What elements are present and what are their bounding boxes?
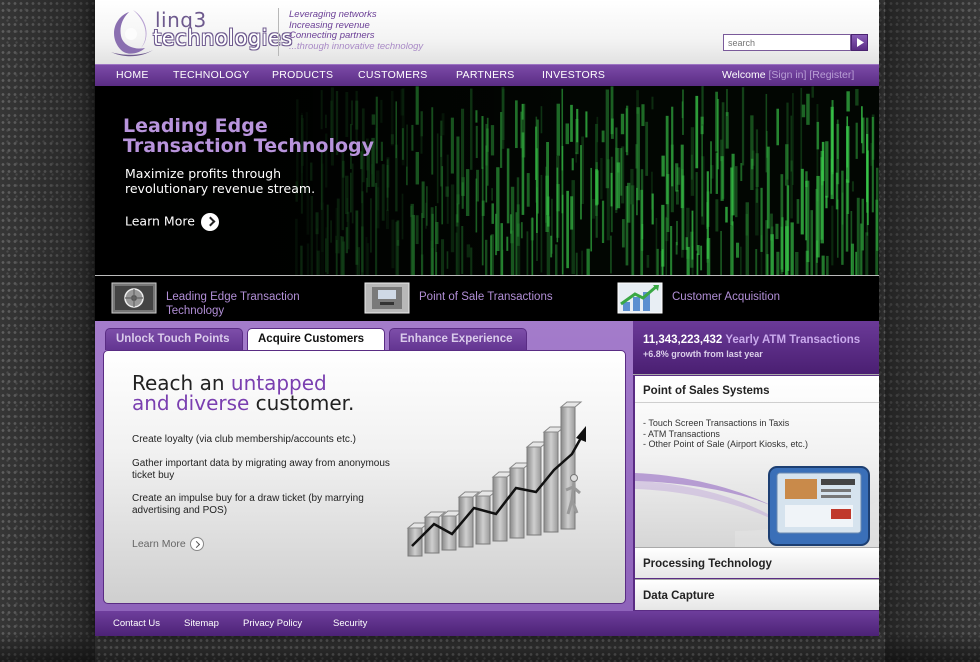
nav-item-technology[interactable]: TECHNOLOGY bbox=[173, 69, 250, 81]
footer-link-security[interactable]: Security bbox=[333, 618, 367, 629]
search-submit-button[interactable] bbox=[851, 34, 868, 51]
feature-label: Customer Acquisition bbox=[672, 291, 781, 303]
stat-box: 11,343,223,432 Yearly ATM Transactions +… bbox=[633, 321, 879, 375]
stat-number: 11,343,223,432 bbox=[643, 334, 723, 346]
logo-text-secondary: technologies bbox=[153, 26, 293, 50]
sidebar: 11,343,223,432 Yearly ATM Transactions +… bbox=[633, 321, 879, 611]
stat-label: Yearly ATM Transactions bbox=[725, 334, 861, 346]
list-item: - Other Point of Sale (Airport Kiosks, e… bbox=[643, 439, 809, 449]
register-link[interactable]: [Register] bbox=[809, 69, 854, 81]
content-learn-more-label: Learn More bbox=[132, 537, 186, 550]
stat-growth: +6.8% growth from last year bbox=[643, 349, 763, 359]
feature-label: Point of Sale Transactions bbox=[419, 291, 553, 303]
touchscreen-device-image bbox=[635, 466, 879, 547]
list-item: - ATM Transactions bbox=[643, 428, 720, 439]
circle-arrow-icon bbox=[189, 537, 204, 551]
nav-item-products[interactable]: PRODUCTS bbox=[272, 69, 333, 81]
sidebar-link-processing-technology[interactable]: Processing Technology bbox=[635, 547, 879, 578]
feature-strip: Leading Edge Transaction Technology Poin… bbox=[95, 275, 879, 321]
headline-text: customer. bbox=[249, 391, 355, 415]
tab-unlock-touch-points[interactable]: Unlock Touch Points bbox=[105, 328, 243, 350]
hero-title-line: Transaction Technology bbox=[123, 135, 375, 157]
feature-label: Leading Edge Transaction Technology bbox=[166, 291, 300, 317]
footer-link-sitemap[interactable]: Sitemap bbox=[184, 618, 219, 629]
tagline-group: Leveraging networks Increasing revenue C… bbox=[289, 9, 424, 52]
tagline: ...through innovative technology bbox=[289, 40, 424, 52]
pos-panel: Point of Sales Systems - Touch Screen Tr… bbox=[635, 376, 879, 547]
content-learn-more-link[interactable]: Learn More bbox=[132, 537, 204, 551]
hero-learn-more-link[interactable]: Learn More bbox=[125, 213, 219, 231]
divider bbox=[635, 402, 879, 403]
tagline: Leveraging networks bbox=[289, 9, 377, 20]
hero-title: Leading Edge Transaction Technology bbox=[123, 116, 374, 156]
page-container: linq3 technologies Leveraging networks I… bbox=[95, 0, 879, 636]
hero-banner: Leading Edge Transaction Technology Maxi… bbox=[95, 86, 879, 275]
nav-item-investors[interactable]: INVESTORS bbox=[542, 69, 605, 81]
content-paragraph: Gather important data by migrating away … bbox=[132, 458, 390, 481]
stat-headline: 11,343,223,432 Yearly ATM Transactions bbox=[643, 334, 860, 346]
rising-bar-chart-illustration bbox=[406, 401, 586, 557]
footer-link-privacy-policy[interactable]: Privacy Policy bbox=[243, 618, 302, 629]
hero-subtitle: Maximize profits through revolutionary r… bbox=[125, 166, 316, 196]
background-shade-bottom bbox=[0, 632, 980, 662]
pos-list: - Touch Screen Transactions in Taxis - A… bbox=[643, 418, 808, 450]
atm-icon bbox=[364, 282, 410, 314]
background-shade-right bbox=[885, 0, 980, 662]
hero-learn-more-label: Learn More bbox=[125, 213, 195, 229]
welcome-text: Welcome bbox=[722, 69, 766, 81]
tab-enhance-experience[interactable]: Enhance Experience bbox=[389, 328, 527, 350]
headline-highlight: and diverse bbox=[132, 391, 250, 415]
vault-icon bbox=[111, 282, 157, 314]
tab-content: Reach an untapped and diverse customer. … bbox=[103, 350, 626, 604]
growth-chart-icon bbox=[617, 282, 663, 314]
nav-item-customers[interactable]: CUSTOMERS bbox=[358, 69, 428, 81]
main-nav: HOME TECHNOLOGY PRODUCTS CUSTOMERS PARTN… bbox=[95, 64, 879, 86]
welcome-area: Welcome [Sign in] [Register] bbox=[722, 69, 854, 81]
content-paragraph: Create an impulse buy for a draw ticket … bbox=[132, 493, 364, 516]
main-content-panel: Unlock Touch Points Acquire Customers En… bbox=[95, 321, 633, 611]
footer: Contact Us Sitemap Privacy Policy Securi… bbox=[95, 611, 879, 636]
tab-acquire-customers[interactable]: Acquire Customers bbox=[247, 328, 385, 352]
background-shade-left bbox=[0, 0, 95, 662]
header: linq3 technologies Leveraging networks I… bbox=[95, 0, 879, 64]
pos-title[interactable]: Point of Sales Systems bbox=[643, 385, 770, 397]
content-headline: Reach an untapped and diverse customer. bbox=[132, 373, 392, 413]
logo-swirl-icon bbox=[111, 10, 153, 57]
circle-arrow-icon bbox=[200, 213, 219, 231]
arrow-right-icon bbox=[857, 38, 864, 47]
nav-item-home[interactable]: HOME bbox=[116, 69, 149, 81]
logo[interactable]: linq3 technologies bbox=[107, 8, 292, 58]
nav-item-partners[interactable]: PARTNERS bbox=[456, 69, 515, 81]
footer-link-contact-us[interactable]: Contact Us bbox=[113, 618, 160, 629]
list-item: - Touch Screen Transactions in Taxis bbox=[643, 418, 790, 428]
search-input[interactable] bbox=[723, 34, 851, 51]
content-paragraph: Create loyalty (via club membership/acco… bbox=[132, 434, 356, 445]
hero-title-line: Leading Edge bbox=[123, 115, 268, 137]
sign-in-link[interactable]: [Sign in] bbox=[769, 69, 807, 81]
header-divider bbox=[278, 8, 279, 56]
sidebar-link-data-capture[interactable]: Data Capture bbox=[635, 579, 879, 610]
